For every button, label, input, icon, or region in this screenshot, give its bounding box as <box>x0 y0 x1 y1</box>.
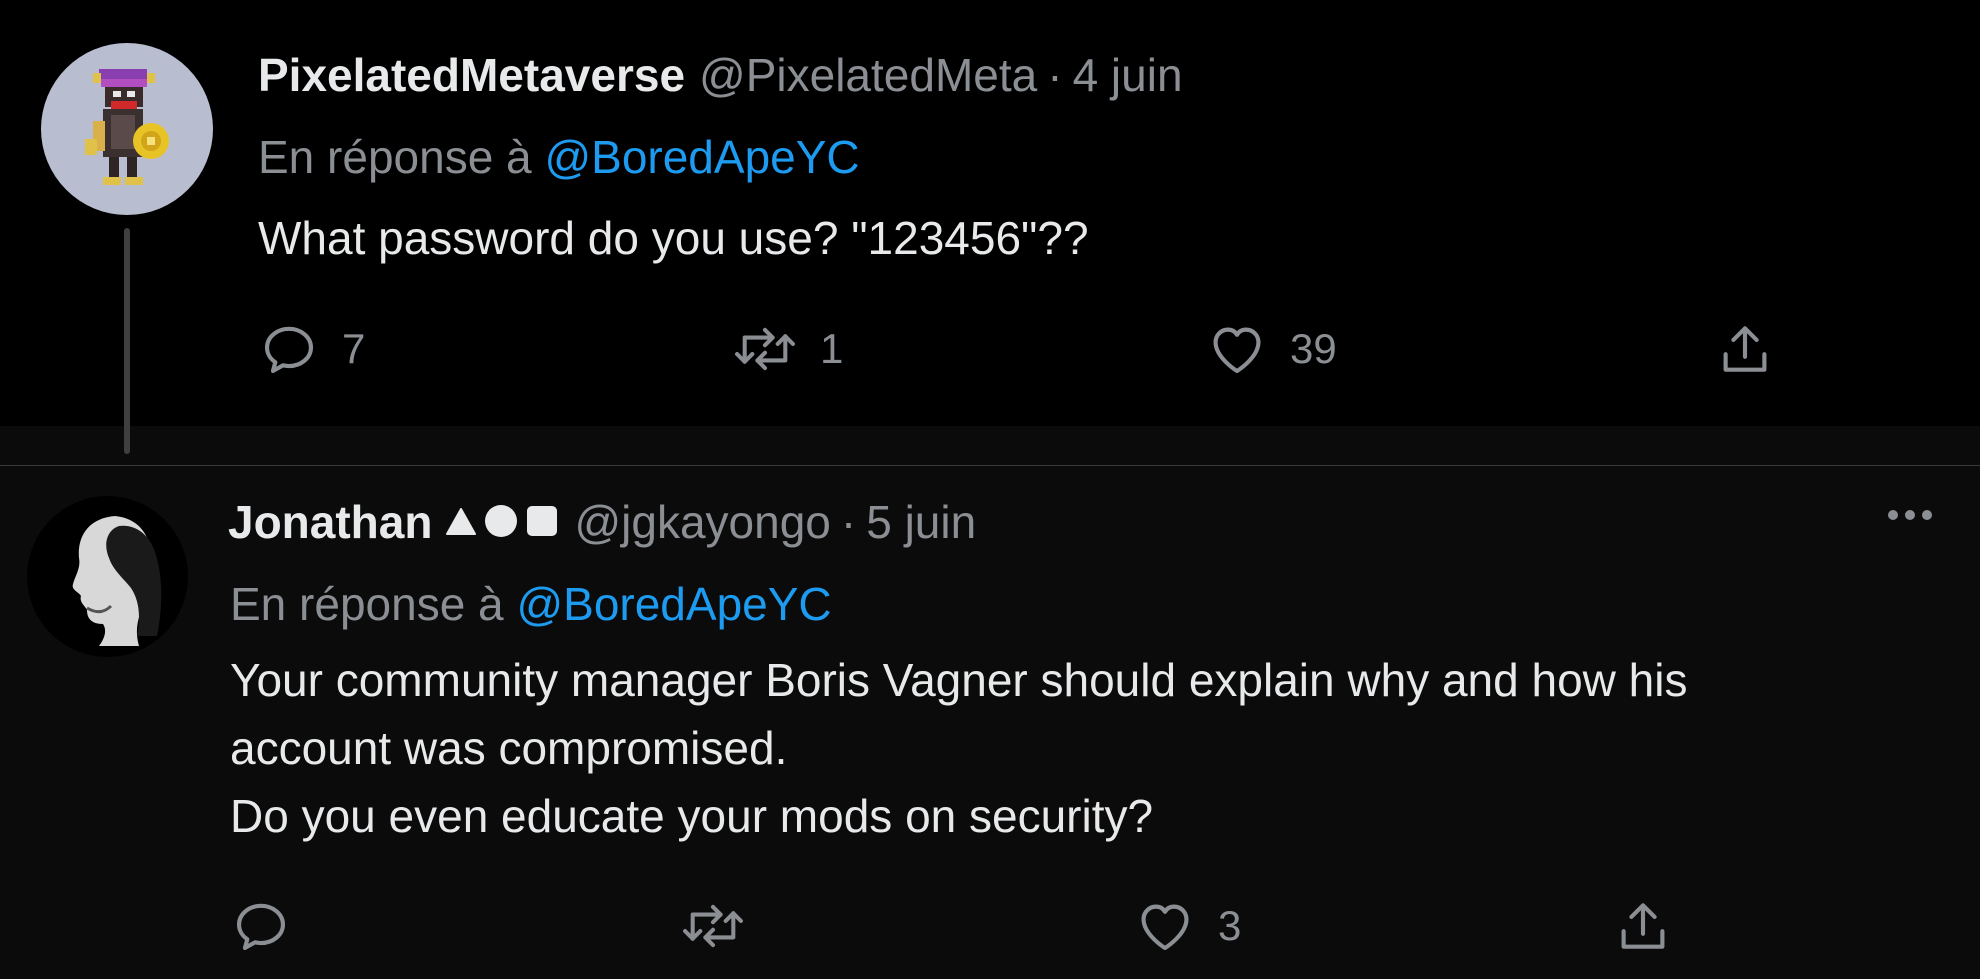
name-emoji-shapes <box>444 502 560 540</box>
retweet-icon <box>683 904 743 948</box>
profile-silhouette-image <box>72 516 162 646</box>
separator-dot: · <box>840 496 857 548</box>
like-button[interactable]: 3 <box>1134 895 1241 957</box>
reply-prefix: En réponse à <box>230 578 504 630</box>
retweet-count: 1 <box>820 325 844 372</box>
reply-context: En réponse à @BoredApeYC <box>230 577 832 631</box>
tweet-text-line: What password do you use? "123456"?? <box>258 212 1089 264</box>
tweet-date[interactable]: 4 juin <box>1073 48 1183 102</box>
tweet-text-line: Your community manager Boris Vagner shou… <box>230 654 1688 706</box>
thread-connector-line <box>124 228 130 454</box>
circle-icon <box>485 505 518 537</box>
retweet-icon <box>735 327 795 371</box>
square-icon <box>527 506 558 536</box>
display-name[interactable]: PixelatedMetaverse <box>258 48 685 102</box>
reply-prefix: En réponse à <box>258 131 532 183</box>
reply-mention-link[interactable]: @BoredApeYC <box>544 131 859 183</box>
share-icon <box>1723 326 1767 372</box>
more-icon-dot <box>1905 510 1915 520</box>
reply-mention-link[interactable]: @BoredApeYC <box>516 578 831 630</box>
more-options-button[interactable] <box>1888 510 1932 520</box>
more-icon <box>1888 510 1898 520</box>
tweet-text: Your community manager Boris Vagner shou… <box>230 646 1930 850</box>
tweet-gap <box>0 426 1980 465</box>
tweet-header: PixelatedMetaverse @PixelatedMeta · 4 ju… <box>258 48 1183 112</box>
share-button[interactable] <box>1612 895 1674 957</box>
like-button[interactable]: 39 <box>1206 318 1337 380</box>
display-name[interactable]: Jonathan <box>228 495 432 549</box>
heart-icon <box>1213 327 1261 374</box>
separator-dot: · <box>1047 49 1063 101</box>
like-count: 39 <box>1290 325 1337 372</box>
retweet-button[interactable]: 1 <box>732 318 843 380</box>
reply-context: En réponse à @BoredApeYC <box>258 130 860 184</box>
timeline: PixelatedMetaverse @PixelatedMeta · 4 ju… <box>0 0 1980 979</box>
reply-count: 7 <box>342 325 366 372</box>
user-handle[interactable]: @PixelatedMeta <box>699 48 1037 102</box>
avatar[interactable] <box>41 43 213 215</box>
share-button[interactable] <box>1714 318 1776 380</box>
reply-icon <box>264 326 314 374</box>
tweet-text: What password do you use? "123456"?? <box>258 204 1089 272</box>
reply-button[interactable]: 7 <box>258 318 365 380</box>
tweet-header: Jonathan @jgkayongo · 5 juin <box>228 495 976 559</box>
reply-button[interactable] <box>230 895 314 957</box>
pixel-knight-avatar-image <box>85 69 169 185</box>
like-count: 3 <box>1218 902 1242 949</box>
reply-icon <box>236 903 286 951</box>
share-icon <box>1621 903 1665 949</box>
user-handle[interactable]: @jgkayongo <box>574 495 830 549</box>
heart-icon <box>1141 904 1189 951</box>
more-icon-dot <box>1922 510 1932 520</box>
avatar[interactable] <box>27 496 188 657</box>
triangle-icon <box>446 508 477 535</box>
tweet-text-line: Do you even educate your mods on securit… <box>230 790 1154 842</box>
tweet-date[interactable]: 5 juin <box>866 495 976 549</box>
retweet-button[interactable] <box>680 895 768 957</box>
tweet-text-line: account was compromised. <box>230 722 788 774</box>
